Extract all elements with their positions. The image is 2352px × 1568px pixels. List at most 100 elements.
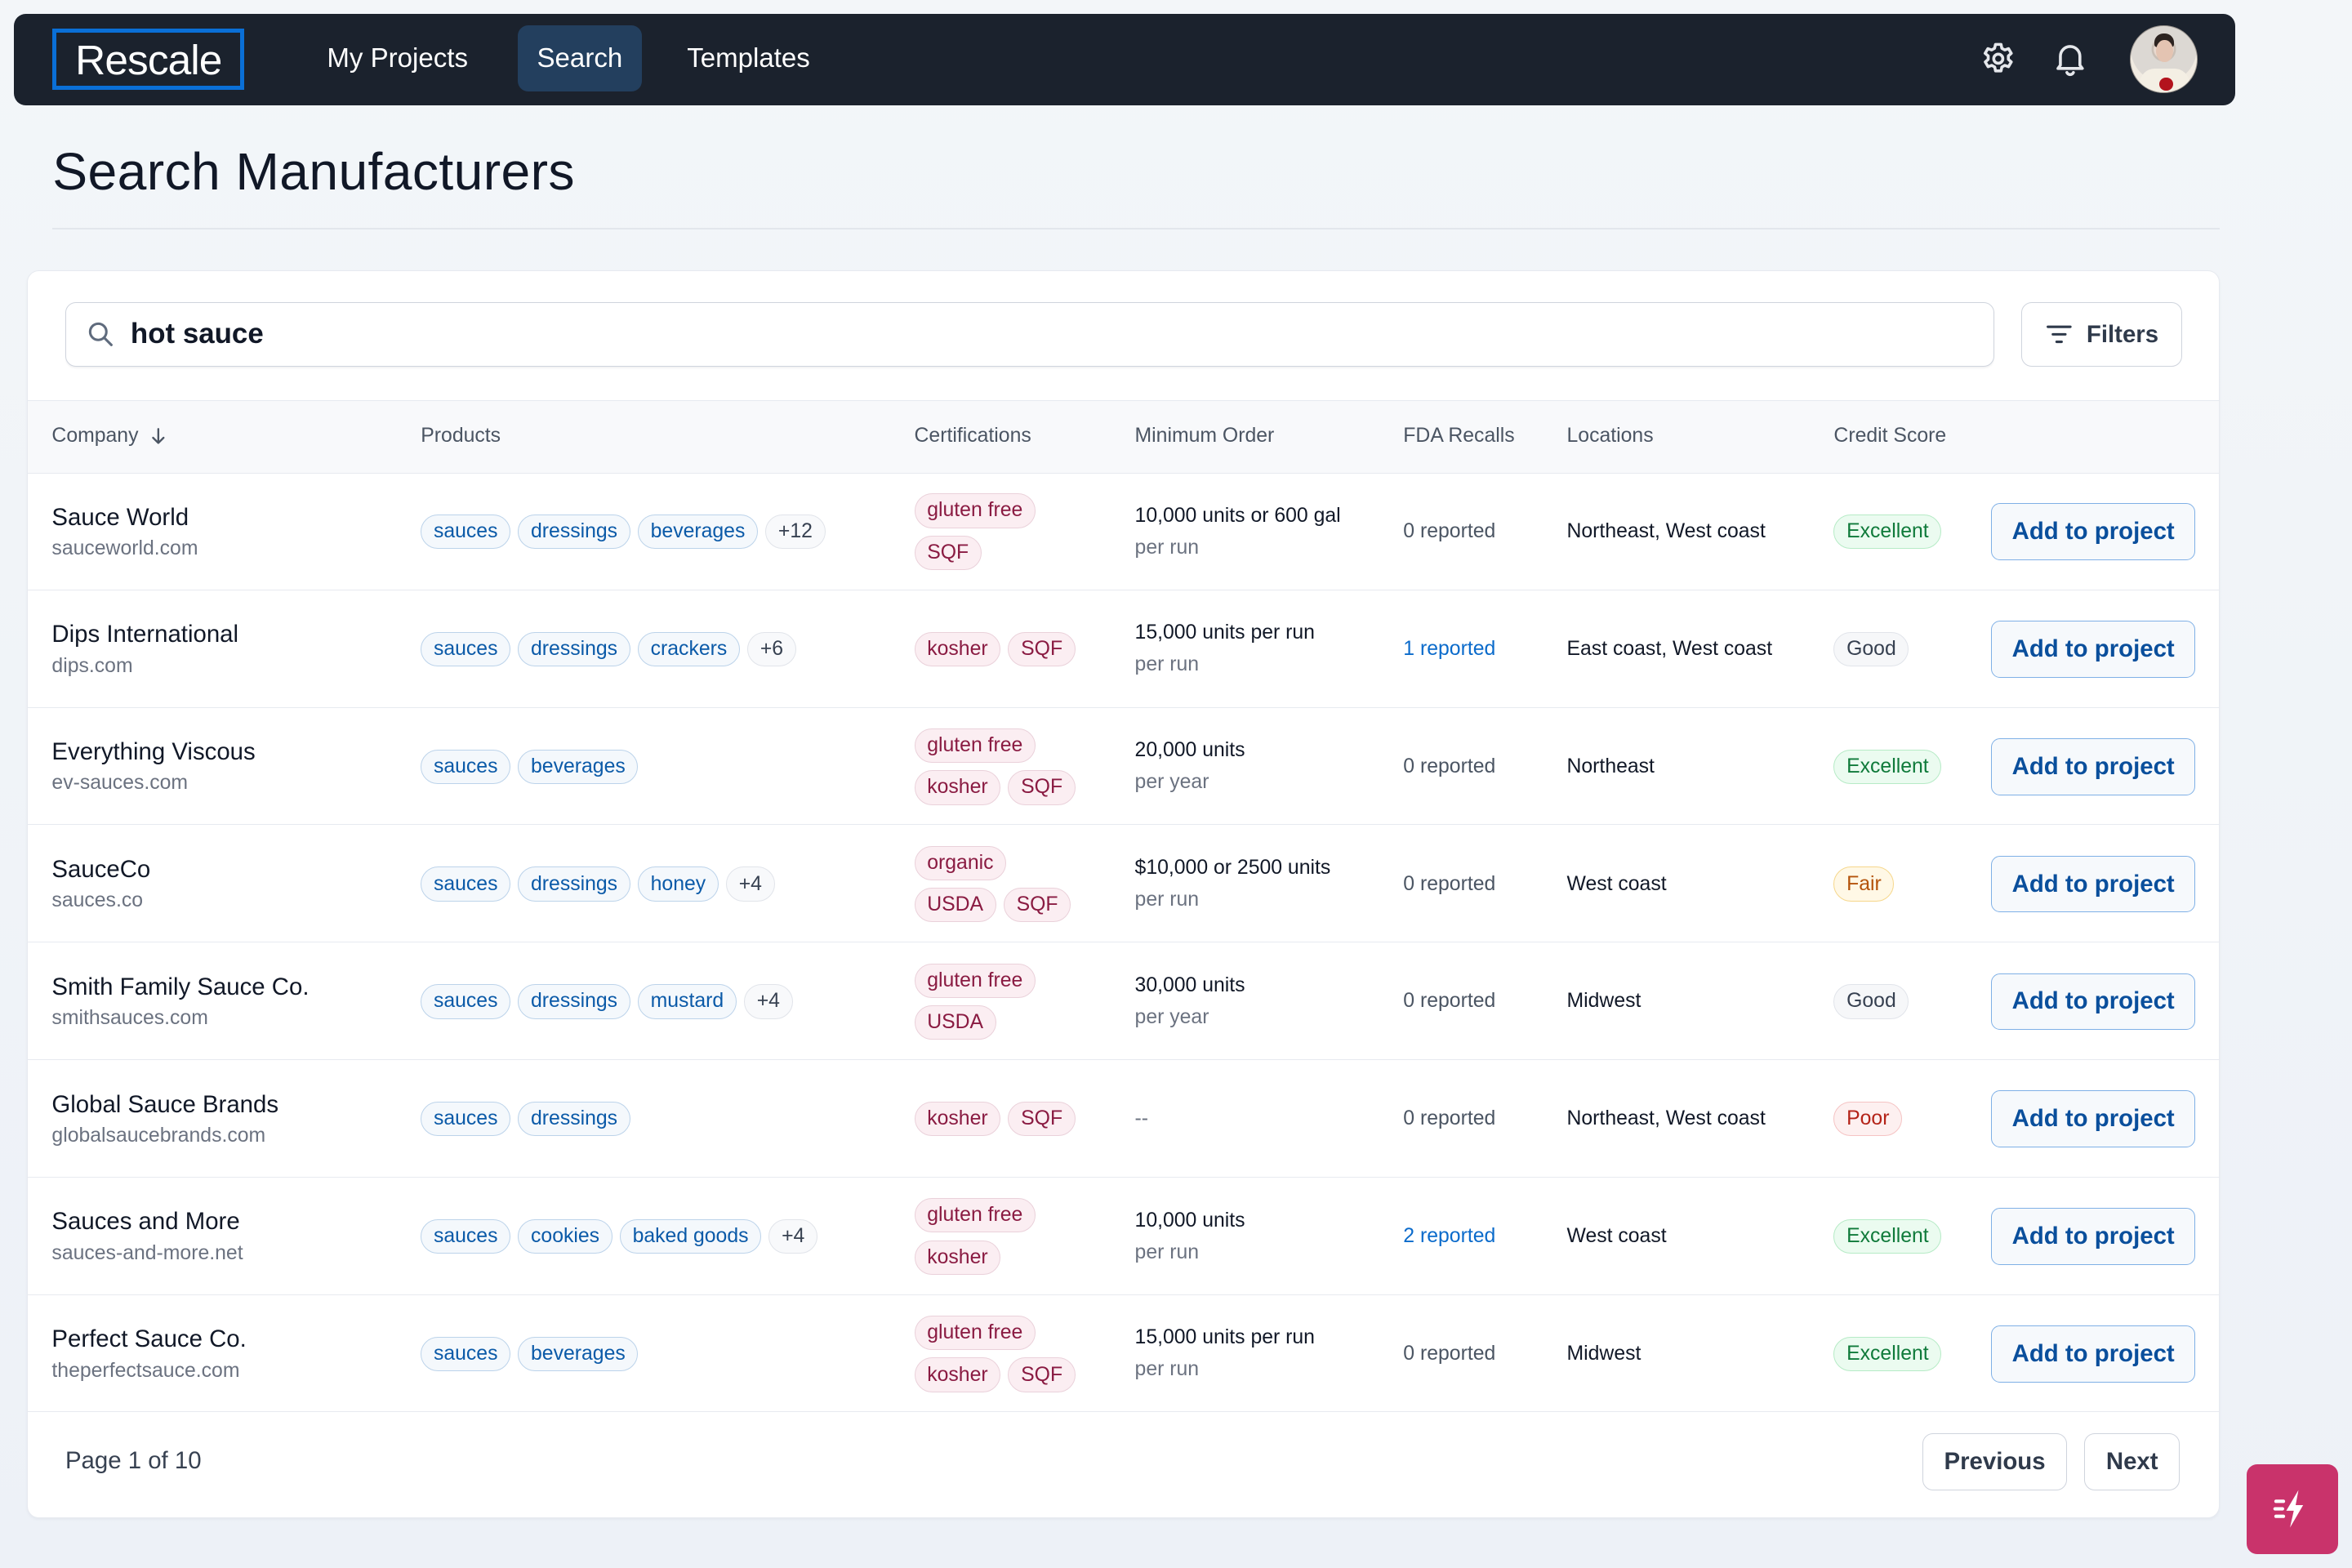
product-tag[interactable]: sauces (421, 1218, 511, 1254)
column-header-certifications: Certifications (914, 424, 1031, 447)
minimum-order-cell: 10,000 units or 600 gal per run (1135, 474, 1341, 590)
certification-tag: gluten free (914, 728, 1036, 764)
table-row: Sauce World sauceworld.com sauces dressings… (28, 473, 2220, 590)
certifications-cell: gluten free SQF (914, 474, 1036, 590)
certification-tag: kosher (914, 1102, 1001, 1137)
nav-tab-templates[interactable]: Templates (667, 25, 829, 91)
rescale-logo[interactable]: Rescale (52, 28, 245, 91)
product-tag[interactable]: sauces (421, 1336, 511, 1371)
company-name[interactable]: Sauce World (51, 504, 198, 532)
gear-icon[interactable] (1979, 39, 2018, 78)
nav-tab-search[interactable]: Search (517, 25, 643, 92)
product-tag[interactable]: dressings (518, 1102, 630, 1137)
minimum-order-cell: 15,000 units per run per run (1135, 1295, 1315, 1412)
filters-button[interactable]: Filters (2021, 302, 2182, 368)
product-tag[interactable]: sauces (421, 749, 511, 784)
lightning-icon (2273, 1490, 2304, 1528)
company-url[interactable]: globalsaucebrands.com (51, 1125, 278, 1147)
company-name[interactable]: Everything Viscous (51, 738, 255, 766)
certifications-cell: gluten free kosher (914, 1178, 1036, 1294)
fda-recalls-value[interactable]: 1 reported (1403, 638, 1495, 661)
fda-recalls-cell: 0 reported (1403, 826, 1495, 942)
column-header-minimum-order: Minimum Order (1134, 424, 1275, 447)
more-products-tag[interactable]: +12 (765, 514, 826, 550)
add-to-project-button[interactable]: Add to project (1991, 621, 2196, 678)
locations-value: West coast (1566, 872, 1667, 895)
company-url[interactable]: theperfectsauce.com (51, 1360, 246, 1383)
company-name[interactable]: Dips International (51, 621, 238, 648)
table-header: Company Products Certifications Minimum … (28, 399, 2220, 474)
more-products-tag[interactable]: +4 (726, 866, 775, 902)
company-name[interactable]: SauceCo (51, 856, 150, 884)
company-url[interactable]: sauceworld.com (51, 537, 198, 560)
bell-icon[interactable] (2051, 39, 2090, 78)
minimum-order-unit: per run (1134, 1358, 1200, 1381)
product-tag[interactable]: sauces (421, 631, 511, 667)
search-icon (86, 319, 116, 350)
product-tag[interactable]: mustard (637, 984, 737, 1019)
product-tag[interactable]: dressings (518, 514, 630, 550)
fda-recalls-cell: 0 reported (1403, 1295, 1495, 1412)
company-name[interactable]: Perfect Sauce Co. (51, 1325, 246, 1353)
add-to-project-button[interactable]: Add to project (1991, 973, 2196, 1031)
column-header-company[interactable]: Company (51, 425, 168, 448)
more-products-tag[interactable]: +4 (768, 1218, 818, 1254)
company-url[interactable]: sauces.co (51, 889, 150, 912)
certification-tag: SQF (1003, 888, 1071, 923)
company-name[interactable]: Sauces and More (51, 1208, 243, 1236)
certification-tag: kosher (914, 1240, 1001, 1275)
company-url[interactable]: ev-sauces.com (51, 772, 255, 795)
add-to-project-button[interactable]: Add to project (1991, 1325, 2196, 1383)
product-tag[interactable]: sauces (421, 866, 511, 902)
add-to-project-button[interactable]: Add to project (1991, 855, 2196, 913)
minimum-order-cell: -- (1135, 1061, 1149, 1178)
company-cell: Perfect Sauce Co. theperfectsauce.com (51, 1295, 246, 1412)
product-tag[interactable]: honey (637, 866, 719, 902)
minimum-order-cell: 30,000 units per year (1135, 943, 1245, 1060)
product-tag[interactable]: beverages (637, 514, 759, 550)
add-to-project-button[interactable]: Add to project (1991, 737, 2196, 795)
product-tag[interactable]: dressings (518, 866, 630, 902)
next-page-button[interactable]: Next (2084, 1433, 2180, 1490)
product-tag[interactable]: dressings (518, 984, 630, 1019)
add-to-project-button[interactable]: Add to project (1991, 503, 2196, 561)
more-products-tag[interactable]: +6 (747, 631, 796, 667)
product-tag[interactable]: beverages (518, 749, 639, 784)
company-name[interactable]: Smith Family Sauce Co. (51, 973, 309, 1001)
column-header-products: Products (421, 424, 501, 447)
certifications-cell: kosher SQF (914, 590, 1076, 707)
credit-score-cell: Excellent (1833, 1295, 1942, 1412)
nav-tab-my-projects[interactable]: My Projects (308, 25, 488, 91)
product-tag[interactable]: beverages (518, 1336, 639, 1371)
table-row: Dips International dips.com sauces dressing… (28, 590, 2220, 708)
product-tag[interactable]: dressings (518, 631, 630, 667)
search-input[interactable] (130, 303, 1961, 365)
credit-score-cell: Good (1833, 590, 1909, 707)
add-to-project-button[interactable]: Add to project (1991, 1090, 2196, 1148)
product-tag[interactable]: cookies (518, 1218, 612, 1254)
certifications-cell: kosher SQF (914, 1061, 1076, 1178)
more-products-tag[interactable]: +4 (744, 984, 793, 1019)
product-tag[interactable]: crackers (637, 631, 740, 667)
add-to-project-button[interactable]: Add to project (1991, 1208, 2196, 1265)
company-name[interactable]: Global Sauce Brands (51, 1091, 278, 1119)
product-tag[interactable]: sauces (421, 1102, 511, 1137)
minimum-order-value: 15,000 units per run (1134, 1326, 1315, 1349)
avatar[interactable] (2130, 25, 2198, 93)
previous-page-button[interactable]: Previous (1922, 1433, 2068, 1490)
quick-action-button[interactable] (2247, 1463, 2339, 1554)
locations-value: Northeast, West coast (1566, 1107, 1766, 1130)
fda-recalls-value[interactable]: 2 reported (1403, 1225, 1495, 1248)
company-url[interactable]: dips.com (51, 655, 238, 678)
company-cell: Everything Viscous ev-sauces.com (51, 708, 255, 825)
minimum-order-cell: 10,000 units per run (1135, 1178, 1245, 1294)
company-url[interactable]: smithsauces.com (51, 1007, 309, 1030)
company-cell: Smith Family Sauce Co. smithsauces.com (51, 943, 309, 1060)
product-tag[interactable]: sauces (421, 514, 511, 550)
app-root: Rescale My Projects Search Templates Sea… (0, 0, 2352, 1568)
locations-cell: West coast (1567, 826, 1667, 942)
product-tag[interactable]: sauces (421, 984, 511, 1019)
column-header-locations: Locations (1566, 424, 1654, 447)
company-url[interactable]: sauces-and-more.net (51, 1242, 243, 1265)
product-tag[interactable]: baked goods (619, 1218, 762, 1254)
